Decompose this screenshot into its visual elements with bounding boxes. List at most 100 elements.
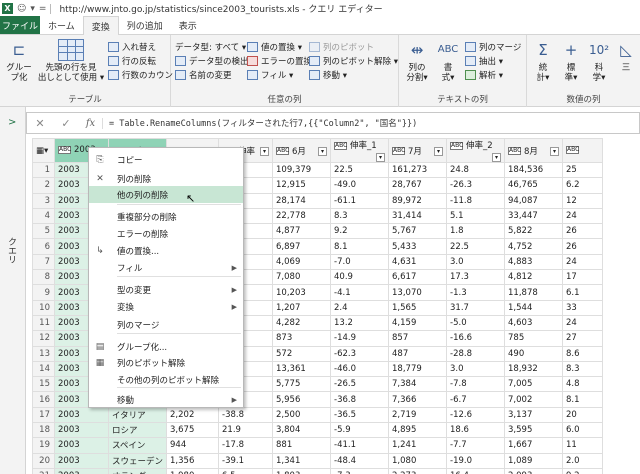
table-cell[interactable]: -5.9 <box>330 422 390 439</box>
table-cell[interactable]: -19.0 <box>446 452 506 469</box>
context-menu-item[interactable]: ▦ 列のピボット解除 <box>89 354 243 371</box>
table-cell[interactable]: 6.5 <box>218 467 274 474</box>
context-menu-item[interactable]: 変換 ▶ <box>89 298 243 315</box>
table-cell[interactable]: 6,897 <box>272 238 332 255</box>
table-cell[interactable]: 2,202 <box>166 406 220 424</box>
context-menu-item[interactable]: ✕ 列の削除 <box>89 170 243 187</box>
table-cell[interactable]: 24.8 <box>446 161 506 179</box>
context-menu-item[interactable]: ↳ 値の置換... <box>89 242 243 259</box>
table-cell[interactable]: 7,384 <box>388 376 448 393</box>
table-cell[interactable]: 10,203 <box>272 284 332 301</box>
table-cell[interactable]: -1.3 <box>446 284 506 301</box>
table-cell[interactable]: 4,812 <box>504 269 564 286</box>
filter-dropdown-icon[interactable]: ▾ <box>318 146 328 156</box>
table-cell[interactable]: 7,002 <box>504 391 564 408</box>
table-cell[interactable]: 184,536 <box>504 161 564 179</box>
smiley-icon[interactable]: ☺ <box>17 4 26 14</box>
table-cell[interactable]: 9.2 <box>330 223 390 240</box>
table-cell[interactable]: -36.8 <box>330 391 390 408</box>
table-cell[interactable]: 857 <box>388 330 448 347</box>
table-cell[interactable]: 4,883 <box>504 253 564 271</box>
table-cell[interactable]: 22.5 <box>330 161 390 179</box>
data-type-dropdown[interactable]: データ型: すべて ▾ <box>175 41 246 53</box>
table-cell[interactable]: -5.0 <box>446 314 506 332</box>
table-cell[interactable]: 2003 <box>54 452 109 469</box>
table-cell[interactable]: 2003 <box>54 422 109 439</box>
table-cell[interactable]: 6.1 <box>562 284 604 301</box>
table-cell[interactable]: 9.2 <box>562 467 604 474</box>
cancel-icon[interactable]: ✕ <box>27 117 53 130</box>
table-cell[interactable]: 6,617 <box>388 269 448 286</box>
detect-type-button[interactable]: データ型の検出 <box>175 55 249 67</box>
move-button[interactable]: 移動 ▾ <box>309 69 347 81</box>
table-cell[interactable]: -49.0 <box>330 177 390 194</box>
tab-file[interactable]: ファイル <box>0 16 40 34</box>
context-menu-item[interactable]: 他の列の削除 <box>89 186 243 203</box>
tab-home[interactable]: ホーム <box>40 16 83 34</box>
table-cell[interactable]: 89,972 <box>388 192 448 209</box>
table-cell[interactable]: -36.5 <box>330 406 390 424</box>
table-cell[interactable]: 5,822 <box>504 223 564 240</box>
table-cell[interactable]: 27 <box>562 330 604 347</box>
filter-dropdown-icon[interactable]: ▾ <box>550 146 560 156</box>
column-type-icon[interactable]: ABC <box>392 147 405 155</box>
context-menu-item[interactable]: 移動 ▶ <box>89 391 243 408</box>
table-cell[interactable]: 24 <box>562 207 604 225</box>
table-cell[interactable]: 18,779 <box>388 360 448 378</box>
table-cell[interactable]: 17.3 <box>446 269 506 286</box>
dropdown-arrow-icon[interactable]: ▾ <box>30 4 35 14</box>
table-cell[interactable]: 31,414 <box>388 207 448 225</box>
trigonometry-button[interactable]: ◺ 三 <box>615 39 637 73</box>
filter-dropdown-icon[interactable]: ▾ <box>376 153 386 162</box>
table-cell[interactable]: 8.1 <box>330 238 390 255</box>
table-cell[interactable]: 3.0 <box>446 360 506 378</box>
table-cell[interactable]: 26 <box>562 223 604 240</box>
column-header[interactable]: ABC <box>562 138 604 163</box>
table-cell[interactable]: 1,241 <box>388 437 448 454</box>
table-cell[interactable]: 487 <box>388 345 448 362</box>
table-cell[interactable]: 4,877 <box>272 223 332 240</box>
table-cell[interactable]: -38.8 <box>218 406 274 424</box>
table-cell[interactable]: 2,273 <box>388 467 448 474</box>
merge-columns-button[interactable]: 列のマージ <box>465 41 521 53</box>
pivot-button[interactable]: 列のピボット <box>309 41 374 53</box>
table-cell[interactable]: 1,803 <box>272 467 332 474</box>
table-cell[interactable]: 21.9 <box>218 422 274 439</box>
table-cell[interactable]: 2003 <box>54 437 109 454</box>
table-cell[interactable]: 5,433 <box>388 238 448 255</box>
table-cell[interactable]: 18.6 <box>446 422 506 439</box>
table-cell[interactable]: 6.2 <box>562 177 604 194</box>
table-cell[interactable]: 11,878 <box>504 284 564 301</box>
context-menu-item[interactable]: 型の変更 ▶ <box>89 281 243 298</box>
confirm-icon[interactable]: ✓ <box>53 117 79 130</box>
table-cell[interactable]: 3,595 <box>504 422 564 439</box>
table-cell[interactable]: -12.6 <box>446 406 506 424</box>
table-cell[interactable]: 4.8 <box>562 376 604 393</box>
table-cell[interactable]: 5,775 <box>272 376 332 393</box>
table-cell[interactable]: 4,895 <box>388 422 448 439</box>
table-cell[interactable]: 40.9 <box>330 269 390 286</box>
table-cell[interactable]: 109,379 <box>272 161 332 179</box>
split-column-button[interactable]: ⇹ 列の 分割▾ <box>403 39 431 83</box>
column-header[interactable]: ABC 8月 ▾ <box>504 138 564 163</box>
quick-access-icon[interactable]: = <box>39 4 47 14</box>
extract-button[interactable]: 抽出 ▾ <box>465 55 503 67</box>
scientific-button[interactable]: 10² 科 学▾ <box>587 39 611 83</box>
table-cell[interactable]: -16.6 <box>446 330 506 347</box>
transpose-button[interactable]: 入れ替え <box>108 41 156 53</box>
table-cell[interactable]: 2,093 <box>504 467 564 474</box>
filter-dropdown-icon[interactable]: ▾ <box>434 146 444 156</box>
filter-dropdown-icon[interactable]: ▾ <box>492 153 502 162</box>
table-cell[interactable]: 2,719 <box>388 406 448 424</box>
table-cell[interactable]: 8.3 <box>562 360 604 378</box>
table-cell[interactable]: -7.7 <box>446 437 506 454</box>
table-cell[interactable]: 5.1 <box>446 207 506 225</box>
column-header[interactable]: ABC 伸率_1 ▾ <box>330 138 390 163</box>
table-cell[interactable]: -26.3 <box>446 177 506 194</box>
table-cell[interactable]: 4,069 <box>272 253 332 271</box>
table-cell[interactable]: -62.3 <box>330 345 390 362</box>
table-cell[interactable]: 2.4 <box>330 299 390 316</box>
table-cell[interactable]: -61.1 <box>330 192 390 209</box>
column-header[interactable]: ABC 7月 ▾ <box>388 138 448 163</box>
table-cell[interactable]: 33,447 <box>504 207 564 225</box>
